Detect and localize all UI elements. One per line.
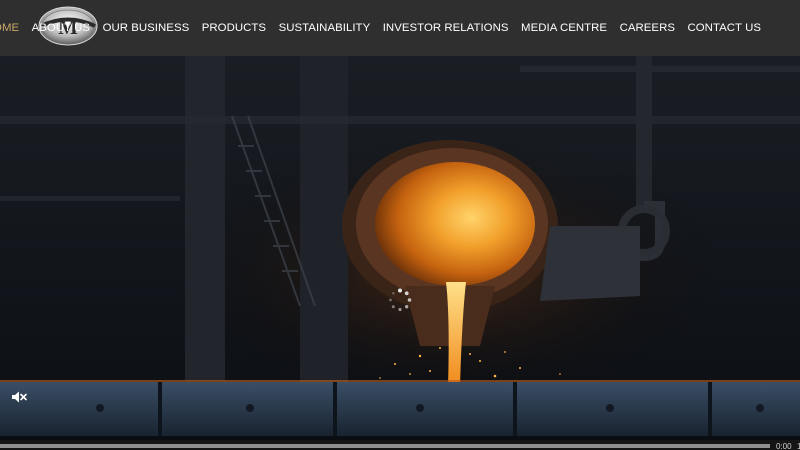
nav-item-sustainability[interactable]: SUSTAINABILITY — [279, 22, 371, 34]
site-header: M HOME ABOUT US OUR BUSINESS PRODUCTS SU… — [0, 0, 800, 56]
video-progress-bar[interactable] — [0, 444, 770, 448]
nav-item-about-us[interactable]: ABOUT US — [32, 22, 90, 34]
loading-spinner-icon — [388, 288, 412, 312]
hero-video[interactable] — [0, 56, 800, 450]
nav-item-careers[interactable]: CAREERS — [620, 22, 675, 34]
main-navigation: HOME ABOUT US OUR BUSINESS PRODUCTS SUST… — [0, 0, 761, 56]
nav-item-products[interactable]: PRODUCTS — [202, 22, 266, 34]
speaker-muted-icon[interactable] — [11, 390, 27, 404]
nav-item-investor-relations[interactable]: INVESTOR RELATIONS — [383, 22, 509, 34]
foundry-scene-image — [0, 56, 800, 450]
nav-item-media-centre[interactable]: MEDIA CENTRE — [521, 22, 607, 34]
nav-item-our-business[interactable]: OUR BUSINESS — [103, 22, 190, 34]
nav-item-contact-us[interactable]: CONTACT US — [688, 22, 762, 34]
nav-item-home[interactable]: HOME — [0, 22, 19, 34]
video-time-display: 0:00 — [776, 442, 792, 450]
